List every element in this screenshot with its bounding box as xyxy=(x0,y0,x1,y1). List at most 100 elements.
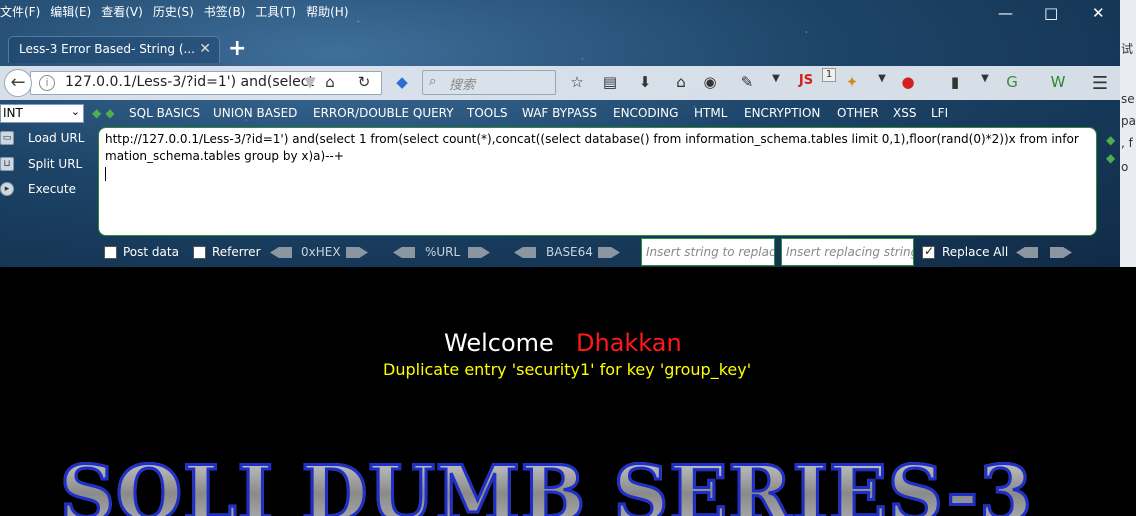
shield-addon-icon[interactable]: ◆ xyxy=(392,73,412,93)
shrink-icon[interactable]: ◆ xyxy=(1106,151,1115,165)
js-addon-icon[interactable]: JS xyxy=(796,73,816,93)
home-icon[interactable]: ⌂ xyxy=(671,73,691,93)
record-icon[interactable]: ● xyxy=(898,73,918,93)
reading-list-icon[interactable]: ▤ xyxy=(600,73,620,93)
minimize-button[interactable]: — xyxy=(998,4,1013,22)
hackbar-dots: ◆ ◆ xyxy=(92,106,115,120)
post-data-checkbox[interactable] xyxy=(104,246,117,259)
base64-decode-arrow-icon[interactable] xyxy=(514,247,536,258)
hackbar-url-value: http://127.0.0.1/Less-3/?id=1') and(sele… xyxy=(105,132,1079,163)
int-type-select[interactable]: INT ⌄ xyxy=(0,104,84,123)
search-icon: ⌕ xyxy=(429,74,437,89)
home-url-icon[interactable]: ⌂ xyxy=(320,73,340,93)
search-placeholder: 搜索 xyxy=(449,78,476,93)
menu-bookmarks[interactable]: 书签(B) xyxy=(204,0,252,22)
text-caret xyxy=(105,166,106,181)
strip-text-4: , f xyxy=(1121,136,1133,150)
palette-icon[interactable]: ✎ xyxy=(737,73,757,93)
strip-text-3: pa xyxy=(1121,114,1136,128)
bookmark-star-icon[interactable]: ☆ xyxy=(567,73,587,93)
background-window-strip: 试 se pa , f o xyxy=(1120,0,1136,267)
split-url-icon: ⊔ xyxy=(0,157,14,171)
execute-button[interactable]: ▸ Execute xyxy=(0,180,96,202)
back-arrow-icon[interactable]: ← xyxy=(4,69,32,97)
menu-view[interactable]: 查看(V) xyxy=(101,0,149,22)
execute-icon: ▸ xyxy=(0,182,14,196)
hex-decode-arrow-icon[interactable] xyxy=(270,247,292,258)
hamburger-menu-icon[interactable]: ☰ xyxy=(1090,73,1110,94)
dropdown-icon-3[interactable]: ▼ xyxy=(975,73,995,93)
download-icon[interactable]: ⬇ xyxy=(635,73,655,93)
hex-encode-arrow-icon[interactable] xyxy=(346,247,368,258)
translate-icon[interactable]: G xyxy=(1002,73,1022,93)
menu-tools[interactable]: 工具(T) xyxy=(255,0,302,22)
menu-error-double-query[interactable]: ERROR/DOUBLE QUERY xyxy=(313,106,454,120)
dropdown-arrow-icon[interactable]: ▼ xyxy=(300,73,320,93)
split-url-button[interactable]: ⊔ Split URL xyxy=(0,155,96,177)
referrer-checkbox[interactable] xyxy=(193,246,206,259)
tab-close-icon[interactable]: ✕ xyxy=(199,41,211,57)
hackbar-options: Post data Referrer 0xHEX %URL BASE64 Ins… xyxy=(0,236,1120,267)
menu-help[interactable]: 帮助(H) xyxy=(306,0,354,22)
base64-label: BASE64 xyxy=(546,245,593,259)
hackbar-url-textarea[interactable]: http://127.0.0.1/Less-3/?id=1') and(sele… xyxy=(98,127,1097,236)
clipboard-icon[interactable]: ▮ xyxy=(945,73,965,93)
load-url-button[interactable]: ▭ Load URL xyxy=(0,129,96,151)
replace-all-checkbox[interactable] xyxy=(922,244,935,259)
close-window-button[interactable]: ✕ xyxy=(1092,4,1105,22)
navigation-toolbar: i 127.0.0.1/Less-3/?id=1') and(select ← … xyxy=(0,66,1120,100)
tab-title: Less-3 Error Based- String (... xyxy=(19,42,195,56)
url-decode-arrow-icon[interactable] xyxy=(393,247,415,258)
base64-encode-arrow-icon[interactable] xyxy=(598,247,620,258)
reload-icon[interactable]: ↻ xyxy=(354,73,374,93)
search-input[interactable]: ⌕ 搜索 xyxy=(422,70,556,95)
load-url-icon: ▭ xyxy=(0,131,14,145)
tab-active[interactable]: Less-3 Error Based- String (... ✕ xyxy=(8,36,220,63)
menu-encryption[interactable]: ENCRYPTION xyxy=(744,106,820,120)
menu-union-based[interactable]: UNION BASED xyxy=(213,106,297,120)
welcome-text: Welcome xyxy=(444,329,554,357)
sql-error-message: Duplicate entry 'security1' for key 'gro… xyxy=(383,360,752,379)
replace-from-input[interactable]: Insert string to replace xyxy=(641,238,775,266)
url-encode-arrow-icon[interactable] xyxy=(468,247,490,258)
dropdown-icon[interactable]: ▼ xyxy=(766,73,786,93)
page-title-banner: SQLI DUMB SERIES-3 xyxy=(58,448,1033,516)
menu-encoding[interactable]: ENCODING xyxy=(613,106,678,120)
menu-html[interactable]: HTML xyxy=(694,106,727,120)
menu-xss[interactable]: XSS xyxy=(893,106,916,120)
menu-history[interactable]: 历史(S) xyxy=(153,0,200,22)
chevron-down-icon: ⌄ xyxy=(70,105,80,118)
post-data-label: Post data xyxy=(123,245,179,259)
load-url-label: Load URL xyxy=(28,131,85,145)
int-type-value: INT xyxy=(3,106,23,120)
menu-sql-basics[interactable]: SQL BASICS xyxy=(129,106,200,120)
addon-globe-icon[interactable]: ◉ xyxy=(700,73,720,93)
new-tab-button[interactable]: + xyxy=(228,36,246,61)
wrench-addon-icon[interactable]: ✦ xyxy=(842,73,862,93)
info-icon[interactable]: i xyxy=(39,75,55,91)
strip-text-5: o xyxy=(1121,160,1129,174)
adblock-icon[interactable]: W xyxy=(1048,73,1068,93)
replace-to-input[interactable]: Insert replacing string xyxy=(781,238,914,266)
split-url-label: Split URL xyxy=(28,157,83,171)
replace-right-arrow-icon[interactable] xyxy=(1050,247,1072,258)
menu-lfi[interactable]: LFI xyxy=(931,106,948,120)
menu-other[interactable]: OTHER xyxy=(837,106,879,120)
browser-chrome: 文件(F) 编辑(E) 查看(V) 历史(S) 书签(B) 工具(T) 帮助(H… xyxy=(0,0,1120,267)
menu-file[interactable]: 文件(F) xyxy=(0,0,46,22)
replace-left-arrow-icon[interactable] xyxy=(1016,247,1038,258)
page-content: Welcome Dhakkan Duplicate entry 'securit… xyxy=(0,267,1136,516)
hackbar-toolbar: INT ⌄ ◆ ◆ SQL BASICS UNION BASED ERROR/D… xyxy=(0,100,1120,126)
user-name: Dhakkan xyxy=(576,329,682,357)
menu-bar: 文件(F) 编辑(E) 查看(V) 历史(S) 书签(B) 工具(T) 帮助(H… xyxy=(0,0,1000,22)
menu-tools-hb[interactable]: TOOLS xyxy=(467,106,508,120)
menu-waf-bypass[interactable]: WAF BYPASS xyxy=(522,106,597,120)
url-enc-label: %URL xyxy=(425,245,461,259)
replace-all-label: Replace All xyxy=(942,245,1009,259)
hex-label: 0xHEX xyxy=(301,245,341,259)
dropdown-icon-2[interactable]: ▼ xyxy=(872,73,892,93)
maximize-button[interactable]: □ xyxy=(1044,4,1058,22)
url-text: 127.0.0.1/Less-3/?id=1') and(select xyxy=(65,74,314,90)
expand-icon[interactable]: ◆ xyxy=(1106,133,1115,147)
menu-edit[interactable]: 编辑(E) xyxy=(50,0,97,22)
